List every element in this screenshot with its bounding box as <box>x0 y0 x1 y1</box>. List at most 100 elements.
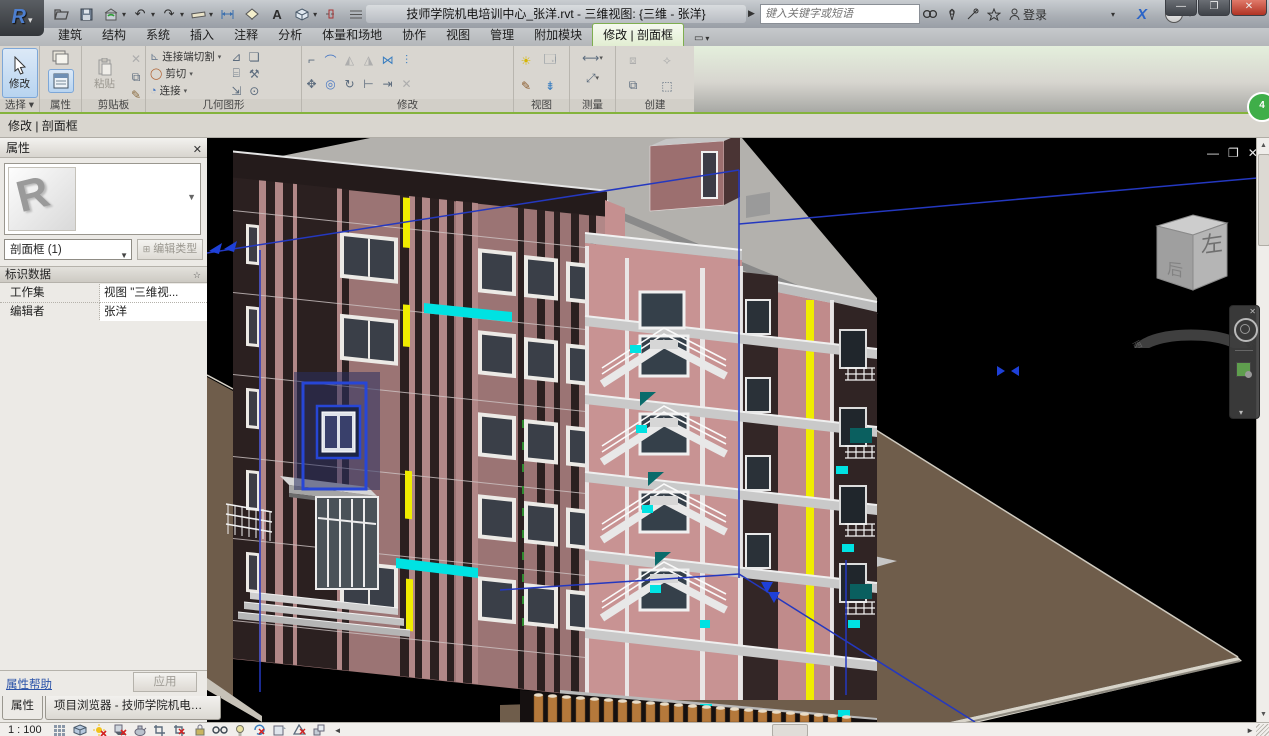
tab-architecture[interactable]: 建筑 <box>48 24 92 46</box>
mirror-axis-icon[interactable]: ◮ <box>360 52 378 68</box>
infocenter-expand-icon[interactable]: ▶ <box>748 8 755 19</box>
panel-label-view[interactable]: 视图 <box>514 99 569 112</box>
analytical-model-icon[interactable] <box>292 724 308 736</box>
section-icon[interactable] <box>320 3 342 25</box>
panel-label-select[interactable]: 选择 ▾ <box>0 99 39 112</box>
highlight-displacement-icon[interactable] <box>312 724 328 736</box>
wall-sweep-icon[interactable]: ❏ <box>245 49 263 65</box>
split-icon[interactable]: ⋈ <box>379 52 397 68</box>
tab-manage[interactable]: 管理 <box>480 24 524 46</box>
properties-close-icon[interactable]: ✕ <box>193 140 202 160</box>
measure-between-icon[interactable]: ⟷ ▾ <box>584 50 602 66</box>
delete-icon[interactable]: ✕ <box>398 76 416 92</box>
sign-in-button[interactable]: 登录 <box>1009 6 1047 23</box>
mirror-pick-icon[interactable]: ◭ <box>341 52 359 68</box>
tag-by-category-icon[interactable] <box>241 3 263 25</box>
ribbon-display-toggle[interactable]: ▭ ▾ <box>694 33 709 46</box>
tab-analyze[interactable]: 分析 <box>268 24 312 46</box>
temporary-hide-isolate-icon[interactable] <box>212 724 228 736</box>
copy-icon[interactable]: ⧉ <box>127 69 145 85</box>
tab-modify-section-box[interactable]: 修改 | 剖面框 <box>592 23 684 46</box>
exchange-apps-icon[interactable]: X <box>1137 6 1147 23</box>
panel-label-create[interactable]: 创建 <box>616 99 694 112</box>
building-front-facade[interactable] <box>233 151 607 698</box>
scroll-right-icon[interactable]: ► <box>1246 726 1254 735</box>
resize-grip[interactable] <box>1256 724 1269 736</box>
sun-path-icon[interactable] <box>92 724 108 736</box>
3d-view[interactable] <box>207 138 1256 722</box>
scroll-up-icon[interactable]: ▲ <box>1257 139 1269 152</box>
override-graphics-icon[interactable]: 🗔 <box>541 53 559 69</box>
sign-in-dropdown[interactable]: ▾ <box>1111 10 1115 19</box>
tab-project-browser[interactable]: 项目浏览器 - 技师学院机电培训... <box>45 696 221 720</box>
horizontal-scrollbar[interactable] <box>344 724 1245 736</box>
properties-palette-icon[interactable] <box>48 69 74 93</box>
lock-3d-view-icon[interactable] <box>192 724 208 736</box>
element-filter-combo[interactable]: 剖面框 (1)▼ <box>4 239 132 260</box>
navbar-options-icon[interactable]: ▾ <box>1239 408 1243 417</box>
modify-button[interactable]: 修改 <box>2 48 38 98</box>
demolish-icon[interactable]: ⚒ <box>245 66 263 82</box>
split-face-icon[interactable]: ⊿ <box>227 49 245 65</box>
close-button[interactable]: ✕ <box>1231 0 1267 16</box>
zoom-icon[interactable] <box>1236 362 1251 377</box>
tab-addins[interactable]: 附加模块 <box>524 24 592 46</box>
create-group-icon[interactable]: ⧈ <box>624 53 642 69</box>
panel-label-properties[interactable]: 属性 <box>40 99 81 112</box>
tab-systems[interactable]: 系统 <box>136 24 180 46</box>
scroll-left-icon[interactable]: ◄ <box>334 726 342 735</box>
rotate-icon[interactable]: ↻ <box>341 76 359 92</box>
tab-collaborate[interactable]: 协作 <box>392 24 436 46</box>
align-icon[interactable]: ⌐ <box>303 52 321 68</box>
subscription-center-icon[interactable] <box>946 8 958 21</box>
restore-button[interactable]: ❐ <box>1198 0 1230 16</box>
join-geometry-button[interactable]: ◔连接▾ <box>150 82 221 99</box>
tab-annotate[interactable]: 注释 <box>224 24 268 46</box>
visual-style-icon[interactable] <box>72 724 88 736</box>
default-3d-view-icon[interactable] <box>291 3 313 25</box>
param-row-edited-by[interactable]: 编辑者 张洋 <box>0 303 207 322</box>
horizontal-scroll-thumb[interactable] <box>772 724 808 736</box>
communication-center-icon[interactable] <box>966 8 979 21</box>
measure-along-icon[interactable]: ⤢ ▾ <box>584 70 602 86</box>
cut-icon[interactable]: ✕ <box>127 51 145 67</box>
view-minimize-icon[interactable]: — <box>1207 146 1219 160</box>
viewcube-back-face[interactable]: 后 <box>1167 260 1183 281</box>
copy-move-icon[interactable]: ◎ <box>322 76 340 92</box>
offset-icon[interactable]: ⌒ <box>322 52 340 68</box>
paint-icon[interactable]: ⌸ <box>227 66 245 82</box>
paste-button[interactable]: 粘贴 <box>89 51 121 97</box>
type-selector[interactable]: R ▼ <box>4 163 201 235</box>
redo-icon[interactable]: ↷ <box>158 3 180 25</box>
shadows-icon[interactable] <box>112 724 128 736</box>
search-icon[interactable] <box>922 8 938 21</box>
param-row-workset[interactable]: 工作集 视图 "三维视... <box>0 284 207 303</box>
tab-properties-palette[interactable]: 属性 <box>2 696 43 720</box>
measure-icon[interactable] <box>187 3 209 25</box>
show-rendering-icon[interactable] <box>132 724 148 736</box>
view-restore-icon[interactable]: ❐ <box>1228 146 1239 160</box>
vertical-scroll-thumb[interactable] <box>1258 154 1269 246</box>
open-icon[interactable] <box>50 3 72 25</box>
minimize-button[interactable]: — <box>1165 0 1197 16</box>
type-properties-icon[interactable] <box>52 50 70 66</box>
move-icon[interactable]: ✥ <box>303 76 321 92</box>
cut-geometry-button[interactable]: ◯剪切▾ <box>150 65 221 82</box>
split-gap-icon[interactable]: ⫶ <box>398 52 416 68</box>
undo-dropdown[interactable]: ▾ <box>151 10 155 19</box>
create-assembly-icon[interactable]: ⧉ <box>624 78 642 94</box>
reveal-hidden-elements-icon[interactable] <box>232 724 248 736</box>
undo-icon[interactable]: ↶ <box>129 3 151 25</box>
trim-corner-icon[interactable]: ⇥ <box>379 76 397 92</box>
redo-dropdown[interactable]: ▾ <box>180 10 184 19</box>
create-similar-icon[interactable]: ⟡ <box>658 53 676 69</box>
viewcube-face-label[interactable]: 左 <box>1201 230 1223 258</box>
view-close-icon[interactable]: ✕ <box>1248 146 1258 160</box>
aligned-dimension-icon[interactable] <box>216 3 238 25</box>
hide-elements-icon[interactable]: ☀ <box>517 53 535 69</box>
remove-paint-icon[interactable]: ⊙ <box>245 83 263 99</box>
sync-dropdown[interactable]: ▾ <box>122 10 126 19</box>
properties-help-link[interactable]: 属性帮助 <box>6 676 52 692</box>
selected-window[interactable] <box>294 372 380 490</box>
sync-with-central-icon[interactable] <box>100 3 122 25</box>
